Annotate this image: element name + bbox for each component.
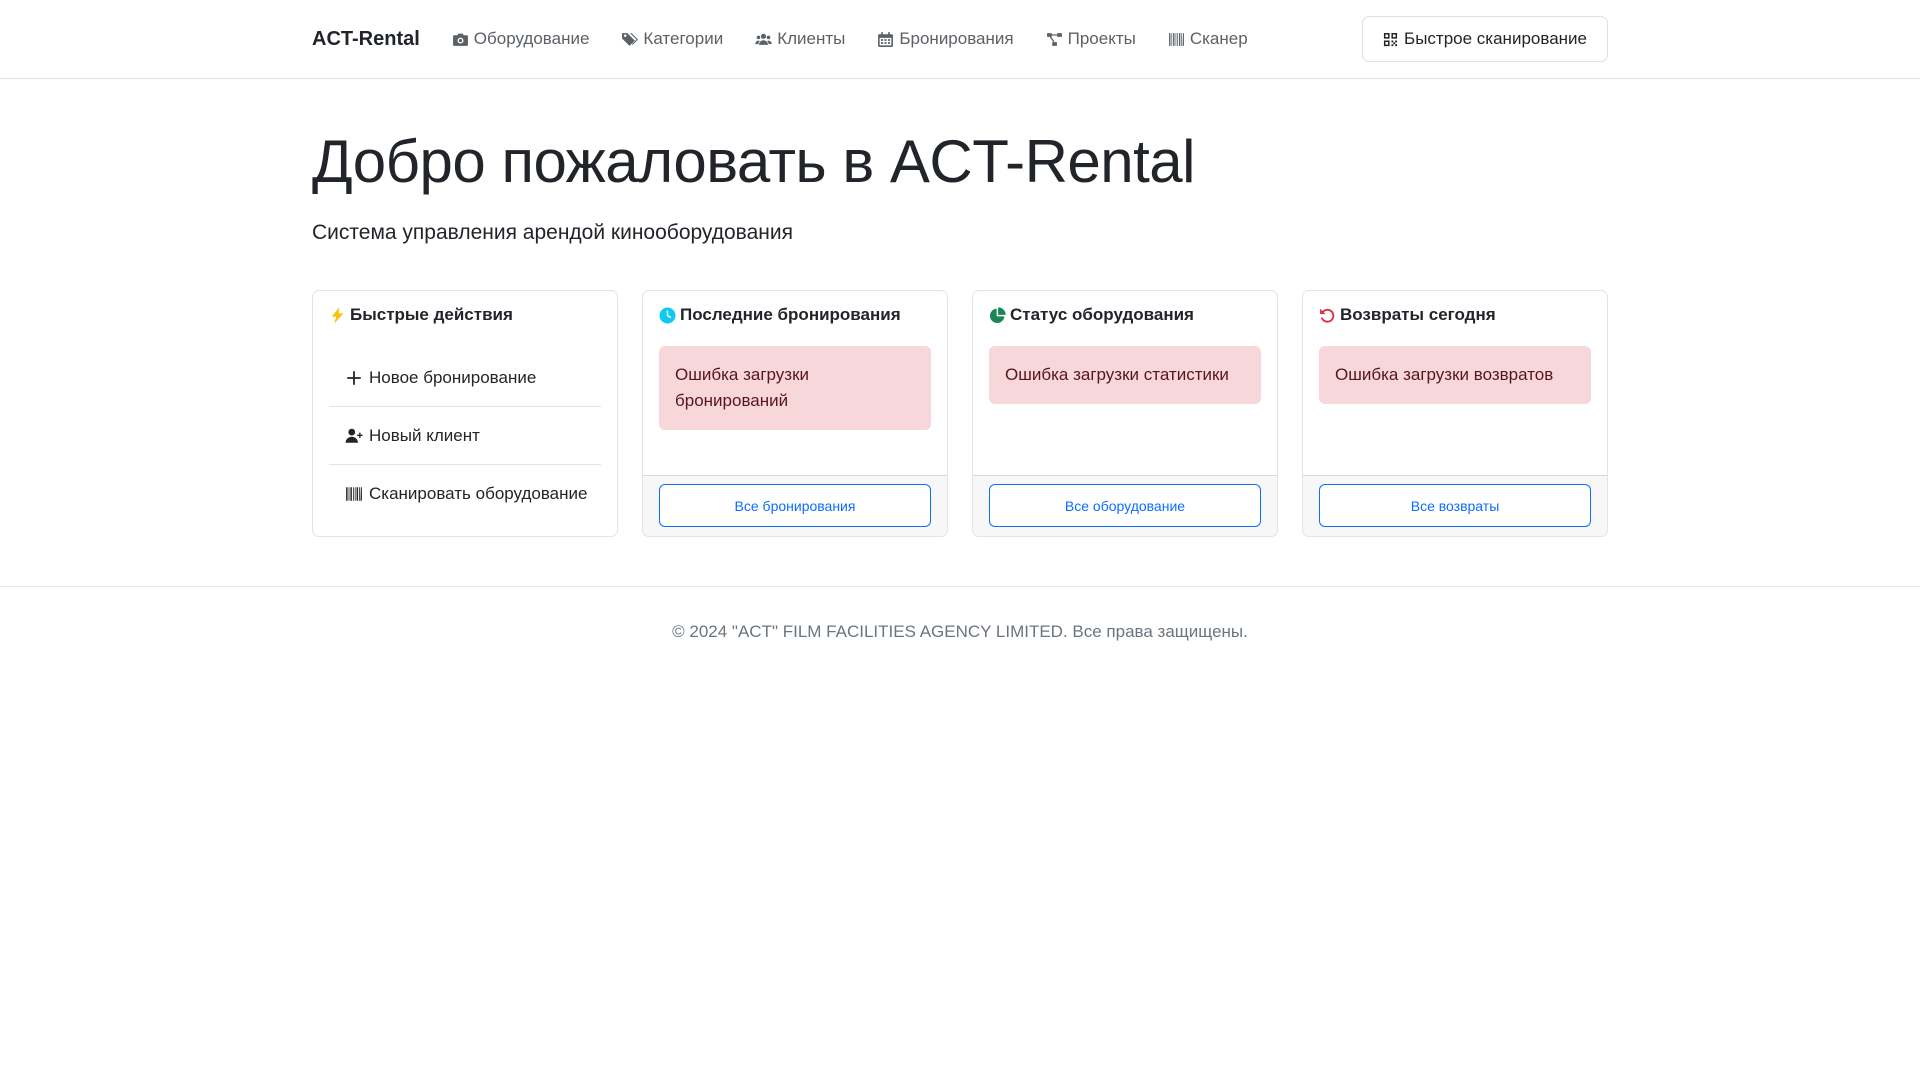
recent-bookings-card: Последние бронирования Ошибка загрузки б…	[642, 290, 948, 537]
equipment-status-footer: Все оборудование	[973, 475, 1277, 536]
nav-link-clients[interactable]: Клиенты	[755, 29, 845, 49]
brand-link[interactable]: ACT-Rental	[312, 28, 420, 51]
calendar-icon	[878, 31, 894, 47]
footer-divider	[0, 586, 1920, 587]
nav-link-projects[interactable]: Проекты	[1046, 29, 1136, 49]
new-booking-label: Новое бронирование	[369, 367, 537, 387]
quick-actions-list: Новое бронирование Новый клиент Сканиров…	[329, 349, 601, 523]
nav-link-categories[interactable]: Категории	[621, 29, 723, 49]
undo-icon	[1320, 308, 1335, 323]
nav-link-scanner[interactable]: Сканер	[1168, 29, 1248, 49]
returns-error-alert: Ошибка загрузки возвратов	[1319, 346, 1591, 404]
qrcode-icon	[1383, 32, 1398, 46]
barcode-icon	[346, 487, 362, 501]
nav-link-categories-label: Категории	[643, 29, 724, 48]
all-bookings-button[interactable]: Все бронирования	[659, 484, 931, 527]
navbar-inner: ACT-Rental Оборудование Категории Клиент…	[312, 0, 1608, 78]
dashboard-cards: Быстрые действия Новое бронирование Новы…	[312, 290, 1608, 537]
project-diagram-icon	[1046, 32, 1062, 46]
quick-actions-title: Быстрые действия	[329, 305, 513, 325]
camera-icon	[452, 33, 468, 46]
returns-today-title-label: Возвраты сегодня	[1340, 305, 1496, 324]
nav-link-bookings[interactable]: Бронирования	[877, 29, 1014, 49]
top-navbar: ACT-Rental Оборудование Категории Клиент…	[0, 0, 1920, 79]
quick-actions-title-label: Быстрые действия	[350, 305, 513, 324]
equipment-error-alert: Ошибка загрузки статистики	[989, 346, 1261, 404]
barcode-icon	[1168, 32, 1184, 46]
chart-pie-icon	[989, 306, 1006, 323]
user-plus-icon	[345, 428, 363, 443]
tags-icon	[622, 32, 639, 46]
returns-today-footer: Все возвраты	[1303, 475, 1607, 536]
bookings-error-alert: Ошибка загрузки бронирований	[659, 346, 931, 430]
recent-bookings-title: Последние бронирования	[659, 305, 901, 325]
returns-today-title: Возвраты сегодня	[1319, 305, 1496, 325]
quick-actions-card: Быстрые действия Новое бронирование Новы…	[312, 290, 618, 537]
new-booking-action[interactable]: Новое бронирование	[329, 349, 601, 407]
nav-link-bookings-label: Бронирования	[899, 29, 1014, 48]
nav-link-equipment[interactable]: Оборудование	[452, 29, 590, 49]
clock-icon	[659, 307, 676, 323]
scan-equipment-label: Сканировать оборудование	[369, 484, 588, 503]
recent-bookings-title-label: Последние бронирования	[680, 305, 901, 324]
users-icon	[755, 33, 772, 45]
all-returns-button[interactable]: Все возвраты	[1319, 484, 1591, 527]
plus-icon	[347, 370, 361, 385]
scan-equipment-action[interactable]: Сканировать оборудование	[329, 465, 601, 523]
nav-link-clients-label: Клиенты	[777, 29, 846, 48]
quick-scan-label: Быстрое сканирование	[1404, 29, 1587, 48]
recent-bookings-footer: Все бронирования	[643, 475, 947, 536]
nav-link-scanner-label: Сканер	[1189, 29, 1248, 48]
page-footer: © 2024 "ACT" FILM FACILITIES AGENCY LIMI…	[672, 622, 1248, 641]
bolt-icon	[331, 307, 344, 323]
returns-today-card: Возвраты сегодня Ошибка загрузки возврат…	[1302, 290, 1608, 537]
nav-link-equipment-label: Оборудование	[473, 29, 590, 48]
new-client-label: Новый клиент	[369, 425, 480, 445]
new-client-action[interactable]: Новый клиент	[329, 407, 601, 465]
quick-scan-button[interactable]: Быстрое сканирование	[1362, 16, 1608, 62]
page-title: Добро пожаловать в ACT-Rental	[312, 128, 1196, 195]
equipment-status-title: Статус оборудования	[989, 305, 1194, 325]
all-equipment-button[interactable]: Все оборудование	[989, 484, 1261, 527]
nav-links: Оборудование Категории Клиенты Бронирова…	[452, 29, 1248, 49]
equipment-status-card: Статус оборудования Ошибка загрузки стат…	[972, 290, 1278, 537]
equipment-status-title-label: Статус оборудования	[1010, 305, 1194, 324]
page-subtitle: Система управления арендой кинооборудова…	[312, 221, 793, 244]
nav-link-projects-label: Проекты	[1067, 29, 1136, 48]
